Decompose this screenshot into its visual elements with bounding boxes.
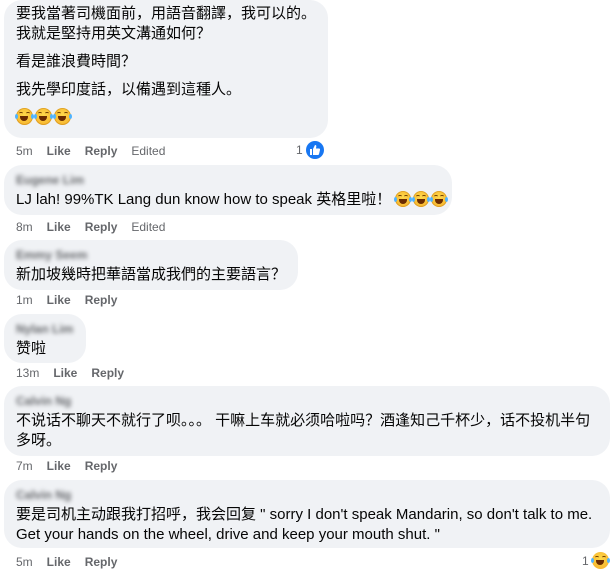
comment-actions: 1m Like Reply: [16, 291, 131, 309]
timestamp[interactable]: 7m: [16, 457, 33, 475]
reply-button[interactable]: Reply: [85, 291, 118, 309]
comment-text-content: LJ lah! 99%TK Lang dun know how to speak…: [16, 191, 392, 208]
comment-text: 新加坡幾時把華語當成我們的主要語言？: [16, 266, 287, 283]
comment-bubble: Calvin Ng 要是司机主动跟我打招呼，我会回复 " sorry I don…: [4, 480, 610, 548]
laughing-tears-icon: [34, 108, 53, 125]
comment-author[interactable]: Emmy Seem: [16, 248, 286, 263]
reply-button[interactable]: Reply: [91, 364, 124, 382]
comment-actions: 13m Like Reply: [16, 364, 138, 382]
comment-actions: 8m Like Reply Edited: [16, 218, 179, 236]
laughing-tears-icon: [15, 108, 34, 125]
comment-actions: 5m Like Reply Edited: [16, 142, 179, 160]
comment-author[interactable]: Eugene Lim: [16, 173, 440, 188]
comment-text-line: Get your hands on the wheel, drive and k…: [16, 526, 440, 543]
comment-text-line: 多呀。: [16, 432, 62, 449]
comment-actions: 5m Like Reply: [16, 553, 131, 571]
reply-button[interactable]: Reply: [85, 553, 118, 571]
comment-author[interactable]: Calvin Ng: [16, 394, 598, 409]
comment-bubble: Calvin Ng 不说话不聊天不就行了呗。。。 干嘛上车就必须哈啦吗？酒逢知己…: [4, 386, 610, 456]
like-button[interactable]: Like: [53, 364, 77, 382]
comment-text-line: 要是司机主动跟我打招呼，我会回复 " sorry I don't speak M…: [16, 506, 593, 523]
laughing-tears-icon: [53, 108, 72, 125]
comment-text: LJ lah! 99%TK Lang dun know how to speak…: [16, 190, 449, 210]
comment-text-line: 看是誰浪費時間？: [16, 53, 137, 70]
reaction-number: 1: [582, 553, 589, 568]
like-button[interactable]: Like: [47, 553, 71, 571]
laughing-tears-icon: [394, 191, 413, 207]
comment-bubble: Nylan Lim 赞啦: [4, 314, 86, 363]
comment-text-line: 不说话不聊天不就行了呗。。。 干嘛上车就必须哈啦吗？酒逢知己千杯少，话不投机半句: [16, 412, 591, 429]
reply-button[interactable]: Reply: [85, 218, 118, 236]
comment-author[interactable]: Calvin Ng: [16, 488, 598, 503]
edited-label[interactable]: Edited: [131, 142, 165, 160]
reply-button[interactable]: Reply: [85, 457, 118, 475]
comment-bubble: Eugene Lim LJ lah! 99%TK Lang dun know h…: [4, 165, 452, 215]
like-button[interactable]: Like: [47, 457, 71, 475]
comment-text-line: 我先學印度話，以備遇到這種人。: [16, 81, 242, 98]
thumbs-up-icon: [305, 141, 324, 159]
timestamp[interactable]: 8m: [16, 218, 33, 236]
comment-bubble: 要我當著司機面前，用語音翻譯，我可以的。 我就是堅持用英文溝通如何？ 看是誰浪費…: [4, 0, 328, 138]
reaction-count[interactable]: 1: [296, 141, 324, 159]
comment-actions: 7m Like Reply: [16, 457, 131, 475]
like-button[interactable]: Like: [47, 291, 71, 309]
comment-author[interactable]: Nylan Lim: [16, 322, 74, 337]
edited-label[interactable]: Edited: [131, 218, 165, 236]
comment-text-line: 我就是堅持用英文溝通如何？: [16, 25, 212, 42]
laughing-tears-icon: [590, 552, 610, 569]
comment-bubble: Emmy Seem 新加坡幾時把華語當成我們的主要語言？: [4, 240, 298, 290]
timestamp[interactable]: 1m: [16, 291, 33, 309]
timestamp[interactable]: 13m: [16, 364, 39, 382]
laughing-tears-icon: [412, 191, 431, 207]
comment-text-line: 要我當著司機面前，用語音翻譯，我可以的。: [16, 5, 317, 22]
comment-text: 赞啦: [16, 340, 47, 357]
reaction-count[interactable]: 1: [582, 552, 611, 569]
timestamp[interactable]: 5m: [16, 553, 33, 571]
reaction-number: 1: [296, 143, 303, 157]
timestamp[interactable]: 5m: [16, 142, 33, 160]
like-button[interactable]: Like: [47, 142, 71, 160]
reply-button[interactable]: Reply: [85, 142, 118, 160]
like-button[interactable]: Like: [47, 218, 71, 236]
emoji-row: [15, 108, 316, 128]
laughing-tears-icon: [430, 191, 449, 207]
